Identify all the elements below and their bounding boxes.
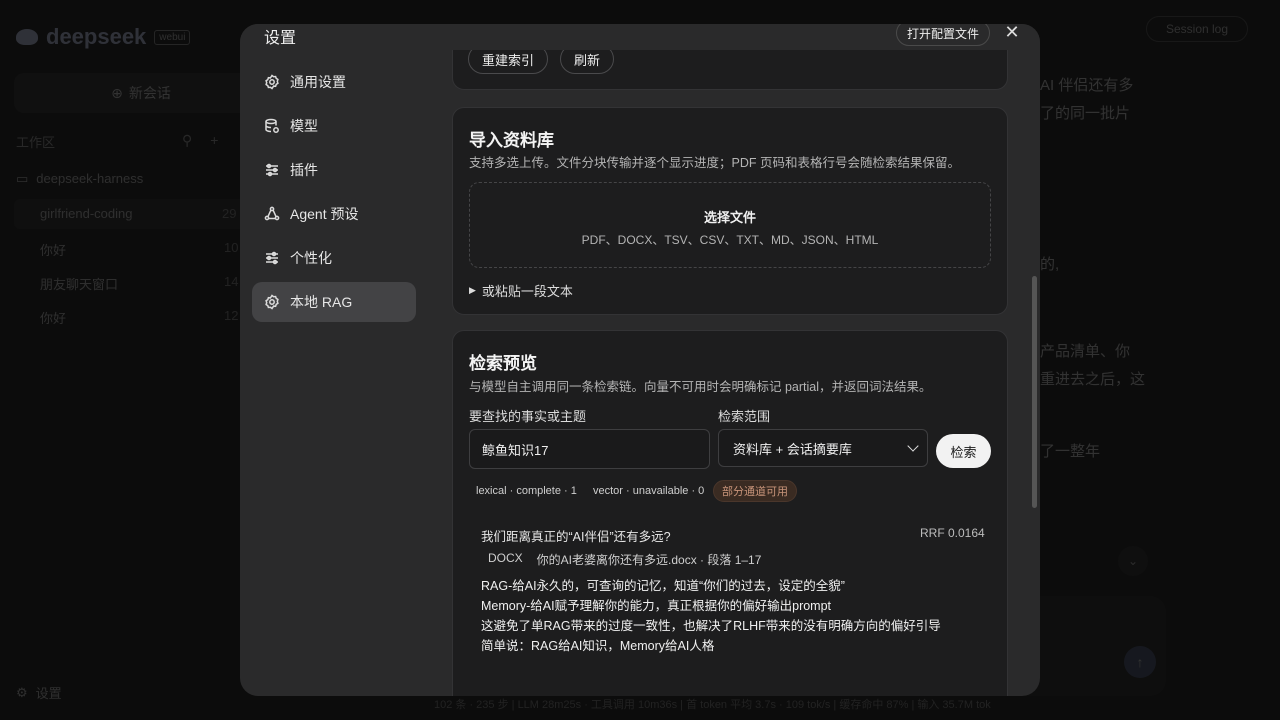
result-body: RAG-给AI永久的，可查询的记忆，知道“你们的过去，设定的全貌” Memory…: [481, 576, 941, 656]
nav-item-local-rag[interactable]: 本地 RAG: [252, 282, 416, 322]
result-source-type: DOCX: [488, 551, 523, 565]
result-title: 我们距离真正的“AI伴侣”还有多远?: [481, 530, 671, 544]
search-title: 检索预览: [469, 354, 537, 373]
result-score: RRF 0.0164: [920, 526, 985, 540]
nav-item-personalization[interactable]: 个性化: [252, 238, 416, 278]
paste-text-label: 或粘贴一段文本: [481, 284, 573, 299]
file-dropzone[interactable]: 选择文件 PDF、DOCX、TSV、CSV、TXT、MD、JSON、HTML: [469, 182, 991, 268]
query-label: 要查找的事实或主题: [469, 409, 587, 424]
close-icon[interactable]: ✕: [1002, 24, 1022, 42]
result-line: RAG-给AI永久的，可查询的记忆，知道“你们的过去，设定的全貌”: [481, 579, 845, 593]
nav-label: 模型: [290, 118, 318, 134]
partial-status-badge: 部分通道可用: [713, 480, 797, 502]
result-source: DOCX 你的AI老婆离你还有多远.docx · 段落 1–17: [488, 551, 761, 568]
database-icon: [264, 118, 280, 134]
open-config-button[interactable]: 打开配置文件: [896, 24, 991, 46]
gear-icon: [264, 294, 280, 310]
agent-icon: [264, 206, 280, 222]
nav-label: 插件: [290, 162, 318, 178]
result-line: 简单说：RAG给AI知识，Memory给AI人格: [481, 639, 715, 653]
search-button[interactable]: 检索: [936, 434, 991, 468]
settings-content: 重建索引 刷新 导入资料库 支持多选上传。文件分块传输并逐个显示进度；PDF 页…: [452, 24, 1008, 696]
nav-label: 本地 RAG: [290, 294, 353, 310]
file-types-label: PDF、DOCX、TSV、CSV、TXT、MD、JSON、HTML: [581, 233, 879, 247]
result-source-file: 你的AI老婆离你还有多远.docx · 段落 1–17: [536, 553, 762, 567]
scope-value: 资料库 + 会话摘要库: [733, 441, 852, 457]
nav-label: 通用设置: [290, 74, 346, 90]
vector-status-chip: vector · unavailable · 0: [593, 485, 705, 497]
nav-item-model[interactable]: 模型: [252, 106, 416, 146]
import-library-card: 导入资料库 支持多选上传。文件分块传输并逐个显示进度；PDF 页码和表格行号会随…: [452, 107, 1008, 315]
search-preview-card: 检索预览 与模型自主调用同一条检索链。向量不可用时会明确标记 partial，并…: [452, 330, 1008, 696]
settings-nav: 通用设置 模型 插件 Agent 预设 个性化 本地 RAG: [252, 62, 416, 326]
scope-select[interactable]: 资料库 + 会话摘要库: [718, 429, 928, 467]
chevron-down-icon: [907, 440, 919, 452]
paste-text-toggle[interactable]: ▶ 或粘贴一段文本: [469, 281, 573, 300]
query-input[interactable]: [469, 429, 710, 469]
import-title: 导入资料库: [469, 131, 554, 150]
nav-item-plugins[interactable]: 插件: [252, 150, 416, 190]
sliders-icon: [264, 162, 280, 178]
nav-item-agent-presets[interactable]: Agent 预设: [252, 194, 416, 234]
lexical-status-chip: lexical · complete · 1: [476, 485, 577, 497]
result-line: Memory-给AI赋予理解你的能力，真正根据你的偏好输出prompt: [481, 599, 832, 613]
scope-label: 检索范围: [718, 409, 771, 424]
import-description: 支持多选上传。文件分块传输并逐个显示进度；PDF 页码和表格行号会随检索结果保留…: [469, 156, 960, 170]
gear-icon: [264, 74, 280, 90]
nav-label: Agent 预设: [290, 206, 359, 222]
content-scrollbar[interactable]: [1032, 276, 1037, 508]
settings-modal: 重建索引 刷新 导入资料库 支持多选上传。文件分块传输并逐个显示进度；PDF 页…: [240, 24, 1040, 696]
modal-header: 设置 打开配置文件 ✕: [240, 24, 1040, 50]
nav-item-general[interactable]: 通用设置: [252, 62, 416, 102]
sliders-icon: [264, 250, 280, 266]
search-description: 与模型自主调用同一条检索链。向量不可用时会明确标记 partial，并返回词法结…: [469, 380, 932, 394]
modal-title: 设置: [264, 30, 297, 47]
triangle-right-icon: ▶: [469, 285, 476, 295]
choose-file-label: 选择文件: [703, 210, 756, 225]
nav-label: 个性化: [290, 250, 332, 266]
result-line: 这避免了单RAG带来的过度一致性，也解决了RLHF带来的没有明确方向的偏好引导: [481, 619, 941, 633]
